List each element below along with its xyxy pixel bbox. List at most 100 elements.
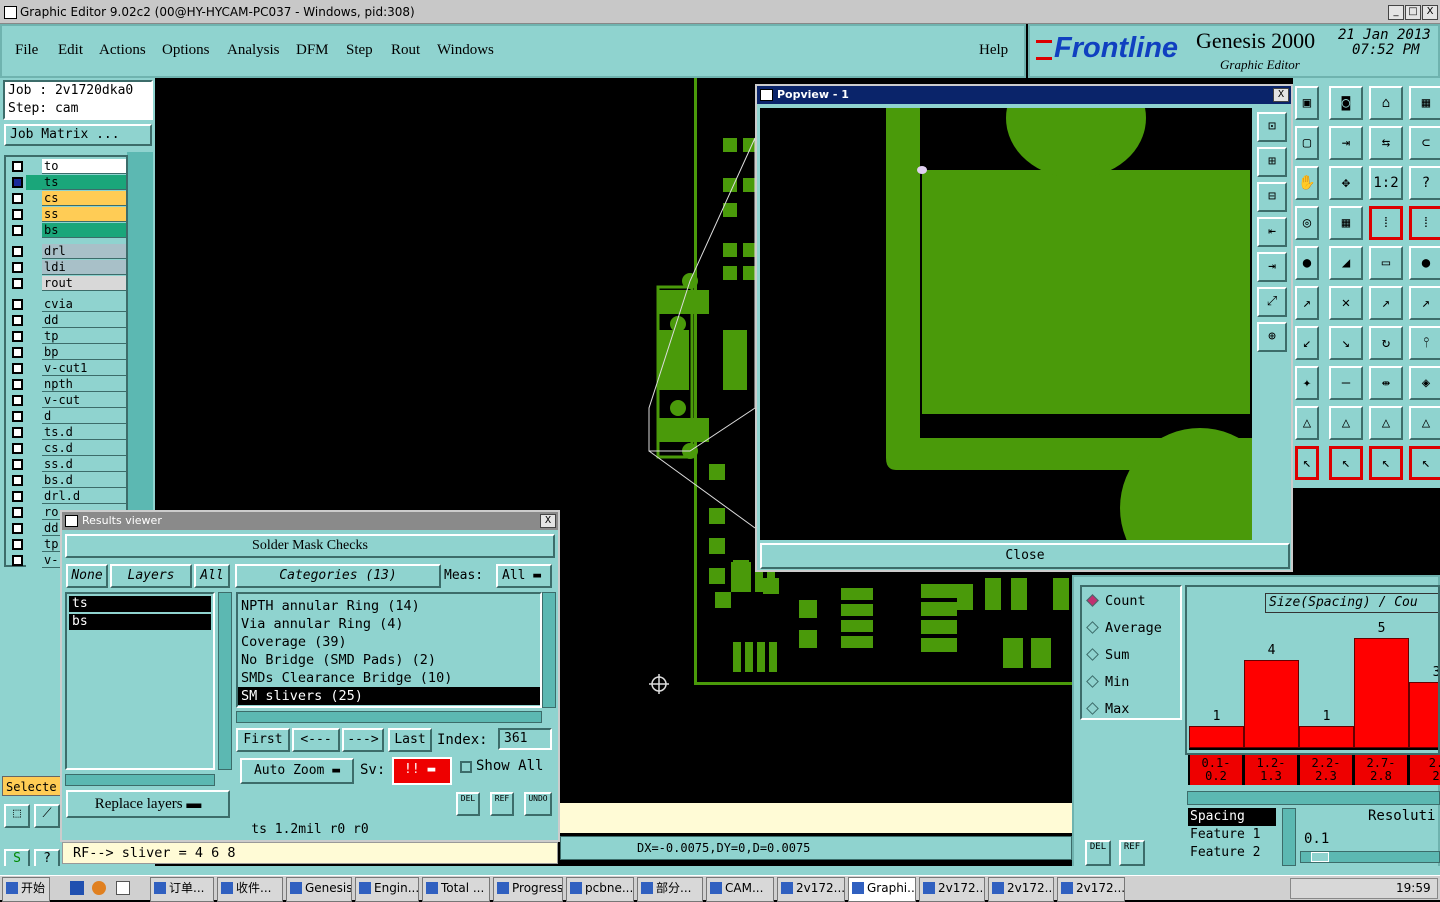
taskbar-item[interactable]: CAM... — [706, 877, 774, 902]
close-button[interactable]: X — [1422, 5, 1438, 20]
stat-option[interactable]: Count — [1086, 593, 1146, 613]
scale-icon[interactable]: 1:2 — [1369, 166, 1403, 200]
results-layer-scrollbar[interactable] — [218, 592, 232, 770]
menu-windows[interactable]: Windows — [437, 42, 494, 59]
category-item[interactable]: SMDs Clearance Bridge (10) — [238, 669, 540, 687]
layer-row[interactable]: cs.d — [8, 441, 126, 456]
taskbar-item[interactable]: 2v172... — [988, 877, 1054, 902]
layer-row[interactable]: rout — [8, 276, 126, 291]
popview-close-button[interactable]: Close — [760, 543, 1290, 569]
resolution-slider[interactable] — [1300, 851, 1440, 863]
route-icon[interactable]: ⊂ — [1409, 126, 1440, 160]
zoom-in-icon[interactable]: ⊞ — [1257, 147, 1287, 177]
sv-select[interactable]: !! ▬ — [392, 757, 452, 785]
layer-row[interactable]: d — [8, 409, 126, 424]
category-item[interactable]: Via annular Ring (4) — [238, 615, 540, 633]
layer-row[interactable]: ts — [8, 175, 126, 190]
stat-option[interactable]: Average — [1086, 620, 1162, 640]
last-button[interactable]: Last — [388, 728, 432, 752]
quicklaunch-icon[interactable] — [116, 881, 130, 895]
taskbar-item[interactable]: 收件... — [217, 877, 283, 902]
menu-file[interactable]: File — [15, 42, 38, 59]
measure-tool-icon[interactable]: ⟋ — [34, 804, 60, 828]
menu-step[interactable]: Step — [346, 42, 373, 59]
layer-checkbox[interactable] — [12, 246, 23, 257]
auto-zoom-select[interactable]: Auto Zoom ▬ — [240, 758, 354, 784]
align2-icon[interactable]: ⁞ — [1409, 206, 1440, 240]
taskbar-item[interactable]: Total ... — [422, 877, 490, 902]
job-matrix-button[interactable]: Job Matrix ... — [4, 124, 152, 146]
export-icon[interactable]: ⇥ — [1329, 126, 1363, 160]
taskbar-item[interactable]: Engin... — [355, 877, 419, 902]
layer-checkbox[interactable] — [12, 193, 23, 204]
histogram-list-scrollbar[interactable] — [1282, 808, 1296, 866]
dash-icon[interactable]: — — [1329, 366, 1363, 400]
taskbar-item[interactable]: Progress — [493, 877, 563, 902]
pointer2-icon[interactable]: ↖ — [1329, 446, 1363, 480]
cross-icon[interactable]: ✕ — [1329, 286, 1363, 320]
pad-icon[interactable]: ✦ — [1295, 366, 1319, 400]
select-tool-icon[interactable]: ⬚ — [4, 804, 30, 828]
dot-icon[interactable]: ● — [1295, 246, 1319, 280]
taskbar-item[interactable]: Genesis — [286, 877, 352, 902]
zoom-out-icon[interactable]: ⊟ — [1257, 182, 1287, 212]
menu-actions[interactable]: Actions — [99, 42, 146, 59]
layer-checkbox[interactable] — [12, 161, 23, 172]
command-line[interactable]: RF--> sliver = 4 6 8 — [62, 842, 558, 864]
meas-select[interactable]: All ▬ — [496, 564, 552, 588]
layer-checkbox[interactable] — [12, 411, 23, 422]
taskbar-item[interactable]: 2v172... — [777, 877, 845, 902]
circle-icon[interactable]: ● — [1409, 246, 1440, 280]
box-icon[interactable]: ▢ — [1295, 126, 1319, 160]
category-item[interactable]: Coverage (39) — [238, 633, 540, 651]
layer-checkbox[interactable] — [12, 331, 23, 342]
pan-right-icon[interactable]: ⇥ — [1257, 252, 1287, 282]
histogram-list-item[interactable]: Feature 1 — [1188, 826, 1276, 844]
histogram-list-item[interactable]: Feature 2 — [1188, 844, 1276, 862]
taskbar-item[interactable]: 订单... — [150, 877, 214, 902]
align-icon[interactable]: ⁞ — [1369, 206, 1403, 240]
layer-checkbox[interactable] — [12, 475, 23, 486]
show-all-checkbox[interactable] — [460, 761, 472, 773]
histogram-list-item[interactable]: Spacing — [1188, 808, 1276, 826]
rotate-icon[interactable]: ↻ — [1369, 326, 1403, 360]
undo-button[interactable]: UNDO — [524, 792, 552, 816]
taskbar-item[interactable]: 部分... — [637, 877, 703, 902]
results-close-icon[interactable]: X — [540, 514, 556, 528]
layer-checkbox[interactable] — [12, 262, 23, 273]
menu-dfm[interactable]: DFM — [296, 42, 329, 59]
layer-checkbox[interactable] — [12, 507, 23, 518]
layer-checkbox[interactable] — [12, 379, 23, 390]
layer-row[interactable]: ts.d — [8, 425, 126, 440]
layer-checkbox[interactable] — [12, 523, 23, 534]
layer-row[interactable]: ss — [8, 207, 126, 222]
menu-analysis[interactable]: Analysis — [227, 42, 280, 59]
prev-button[interactable]: <--- — [292, 728, 340, 752]
minimize-button[interactable]: _ — [1388, 5, 1404, 20]
help-icon[interactable]: ? — [1409, 166, 1440, 200]
ref-button[interactable]: REF — [490, 792, 514, 816]
layer-row[interactable]: npth — [8, 377, 126, 392]
categories-hscroll[interactable] — [236, 711, 542, 723]
layer-checkbox[interactable] — [12, 539, 23, 550]
layer-checkbox[interactable] — [12, 459, 23, 470]
taskbar-item[interactable]: 2v172... — [1057, 877, 1125, 902]
pointer4-icon[interactable]: ↖ — [1409, 446, 1440, 480]
del-button[interactable]: DEL — [456, 792, 480, 816]
menu-rout[interactable]: Rout — [391, 42, 420, 59]
layer-checkbox[interactable] — [12, 491, 23, 502]
popview-canvas[interactable] — [760, 108, 1252, 540]
pointer-icon[interactable]: ↖ — [1295, 446, 1319, 480]
triangle-icon[interactable]: △ — [1329, 406, 1363, 440]
layer-row[interactable]: bs.d — [8, 473, 126, 488]
layer-row[interactable]: cs — [8, 191, 126, 206]
stat-option[interactable]: Max — [1086, 701, 1129, 721]
taskbar-item[interactable]: 2v172... — [919, 877, 985, 902]
stats-del-button[interactable]: DEL — [1085, 840, 1111, 866]
layer-row[interactable]: drl.d — [8, 489, 126, 504]
zoom-extents-icon[interactable]: ⤢ — [1257, 287, 1287, 317]
layer-row[interactable]: bp — [8, 345, 126, 360]
triangle2-icon[interactable]: △ — [1369, 406, 1403, 440]
layer-checkbox[interactable] — [12, 299, 23, 310]
layer-checkbox[interactable] — [12, 278, 23, 289]
